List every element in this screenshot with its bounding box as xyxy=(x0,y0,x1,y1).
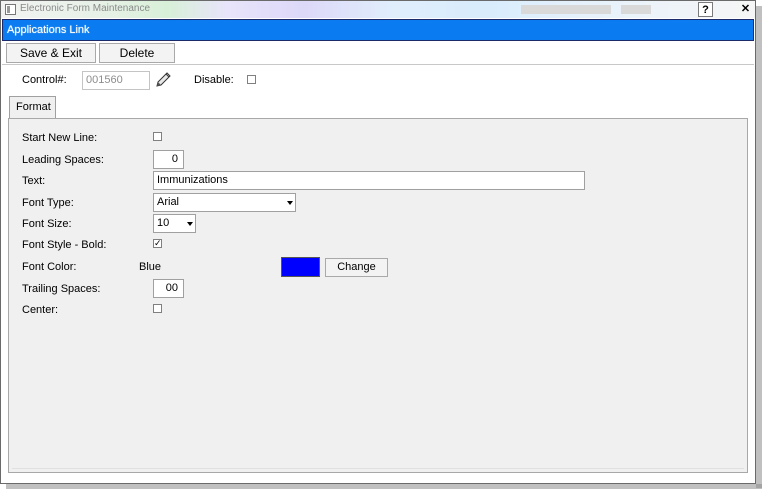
font-type-value: Arial xyxy=(157,196,180,208)
trailing-spaces-input[interactable]: 00 xyxy=(153,279,184,298)
font-color-name: Blue xyxy=(139,261,162,273)
form-caption-bar: Applications Link xyxy=(2,19,754,41)
text-input[interactable]: Immunizations xyxy=(153,171,585,190)
tab-format-label: Format xyxy=(16,101,51,113)
text-label: Text: xyxy=(22,175,46,187)
font-color-label: Font Color: xyxy=(22,261,77,273)
title-bar-decoration xyxy=(521,5,611,14)
tab-format[interactable]: Format xyxy=(9,96,56,119)
font-type-select[interactable]: Arial xyxy=(153,193,296,212)
trailing-spaces-label: Trailing Spaces: xyxy=(22,283,101,295)
disable-checkbox[interactable] xyxy=(247,75,256,84)
center-checkbox[interactable] xyxy=(153,304,162,313)
leading-spaces-input[interactable]: 0 xyxy=(153,150,184,169)
form-maintenance-window: Electronic Form Maintenance ? ✕ Applicat… xyxy=(0,0,756,484)
save-exit-button[interactable]: Save & Exit xyxy=(6,43,96,63)
title-bar[interactable]: Electronic Form Maintenance ? ✕ xyxy=(1,1,755,18)
start-new-line-checkbox[interactable] xyxy=(153,132,162,141)
window-icon xyxy=(5,4,16,15)
change-color-button[interactable]: Change xyxy=(325,258,388,277)
font-size-label: Font Size: xyxy=(22,218,72,230)
control-number-label: Control#: xyxy=(22,74,67,86)
close-button[interactable]: ✕ xyxy=(738,2,753,17)
toolbar-divider xyxy=(2,64,754,65)
font-size-value: 10 xyxy=(157,217,170,229)
help-button[interactable]: ? xyxy=(698,2,713,17)
control-number-field: 001560 xyxy=(82,71,150,90)
window-title: Electronic Form Maintenance xyxy=(20,3,151,14)
font-style-bold-checkbox[interactable]: ✓ xyxy=(153,239,162,248)
start-new-line-label: Start New Line: xyxy=(22,132,98,144)
title-bar-decoration xyxy=(621,5,651,14)
font-style-bold-label: Font Style - Bold: xyxy=(22,239,107,251)
delete-button[interactable]: Delete xyxy=(99,43,175,63)
leading-spaces-label: Leading Spaces: xyxy=(22,154,104,166)
font-type-label: Font Type: xyxy=(22,197,74,209)
resize-grip[interactable] xyxy=(748,473,756,483)
chevron-down-icon xyxy=(187,222,193,226)
form-caption-title: Applications Link xyxy=(7,24,90,36)
font-size-select[interactable]: 10 xyxy=(153,214,196,233)
pencil-icon[interactable] xyxy=(154,71,172,89)
chevron-down-icon xyxy=(287,201,293,205)
center-label: Center: xyxy=(22,304,59,316)
disable-label: Disable: xyxy=(194,74,234,86)
font-color-swatch xyxy=(281,257,320,277)
